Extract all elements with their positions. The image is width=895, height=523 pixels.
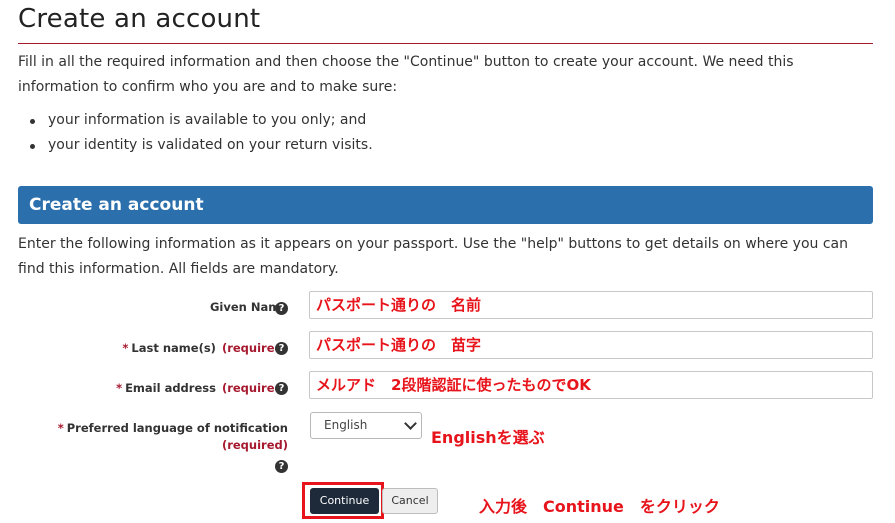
required-text: (required) xyxy=(221,438,288,452)
help-icon[interactable]: ? xyxy=(275,460,288,473)
language-required-label: (required) xyxy=(222,438,288,452)
language-annotation: Englishを選ぶ xyxy=(431,428,545,447)
required-star: * xyxy=(116,381,123,395)
language-label: * Preferred language of notification xyxy=(58,421,288,435)
email-label: * Email address (required) xyxy=(116,381,288,395)
email-input[interactable]: メルアド 2段階認証に使ったものでOK xyxy=(309,371,873,399)
list-item: your identity is validated on your retur… xyxy=(18,133,373,158)
list-item: your information is available to you onl… xyxy=(18,108,373,133)
language-select-value: English xyxy=(324,418,368,432)
last-name-input[interactable]: パスポート通りの 苗字 xyxy=(309,331,873,359)
page-title: Create an account xyxy=(18,4,261,34)
help-icon[interactable]: ? xyxy=(275,342,288,355)
required-star: * xyxy=(57,421,64,435)
title-divider xyxy=(18,43,873,44)
given-name-input[interactable]: パスポート通りの 名前 xyxy=(309,291,873,319)
requirements-list: your information is available to you onl… xyxy=(18,108,373,158)
intro-text: Fill in all the required information and… xyxy=(18,54,794,95)
language-label-text: Preferred language of notification xyxy=(66,421,288,435)
chevron-down-icon xyxy=(404,417,417,430)
language-select[interactable]: English xyxy=(310,412,422,439)
continue-button[interactable]: Continue xyxy=(310,488,379,514)
last-name-label-text: Last name(s) xyxy=(131,341,216,355)
help-icon[interactable]: ? xyxy=(275,302,288,315)
email-label-text: Email address xyxy=(125,381,216,395)
cancel-button[interactable]: Cancel xyxy=(382,488,438,514)
help-icon[interactable]: ? xyxy=(275,382,288,395)
required-star: * xyxy=(122,341,129,355)
section-header: Create an account xyxy=(18,186,873,224)
section-intro-text: Enter the following information as it ap… xyxy=(18,236,848,277)
continue-annotation: 入力後 Continue をクリック xyxy=(479,497,720,516)
last-name-label: * Last name(s) (required) xyxy=(122,341,288,355)
